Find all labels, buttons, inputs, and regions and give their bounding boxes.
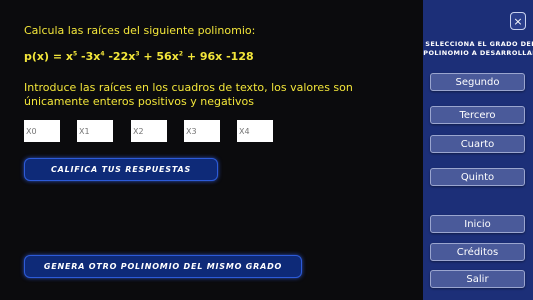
grade-answers-button[interactable]: CALIFICA TUS RESPUESTAS (24, 158, 218, 181)
root-input-x1[interactable] (77, 120, 113, 142)
panel-title-line: POLINOMIO A DESARROLLAR (423, 49, 533, 57)
main-area: Calcula las raíces del siguiente polinom… (0, 0, 423, 300)
polynomial-term: + 56x (139, 50, 179, 63)
menu-button-salir[interactable]: Salir (430, 270, 525, 288)
root-input-x3[interactable] (184, 120, 220, 142)
problem-prompt: Calcula las raíces del siguiente polinom… (24, 24, 256, 37)
generate-polynomial-button[interactable]: GENERA OTRO POLINOMIO DEL MISMO GRADO (24, 255, 302, 278)
root-input-x0[interactable] (24, 120, 60, 142)
degree-button-quinto[interactable]: Quinto (430, 168, 525, 186)
polynomial-term: -22x (104, 50, 136, 63)
root-input-x4[interactable] (237, 120, 273, 142)
panel-title: SELECCIONA EL GRADO DEL POLINOMIO A DESA… (423, 40, 533, 58)
root-input-x2[interactable] (131, 120, 167, 142)
polynomial-term: + 96x -128 (183, 50, 254, 63)
menu-button-inicio[interactable]: Inicio (430, 215, 525, 233)
degree-button-segundo[interactable]: Segundo (430, 73, 525, 91)
panel-title-line: SELECCIONA EL GRADO DEL (425, 40, 533, 48)
polynomial-term: -3x (77, 50, 101, 63)
polynomial-expression: p(x) = x5 -3x4 -22x3 + 56x2 + 96x -128 (24, 50, 254, 63)
close-icon[interactable]: × (510, 12, 526, 30)
instructions-text: Introduce las raíces en los cuadros de t… (24, 81, 353, 108)
polynomial-lhs: p(x) = x (24, 50, 73, 63)
degree-button-cuarto[interactable]: Cuarto (430, 135, 525, 153)
degree-button-tercero[interactable]: Tercero (430, 106, 525, 124)
menu-button-creditos[interactable]: Créditos (430, 243, 525, 261)
